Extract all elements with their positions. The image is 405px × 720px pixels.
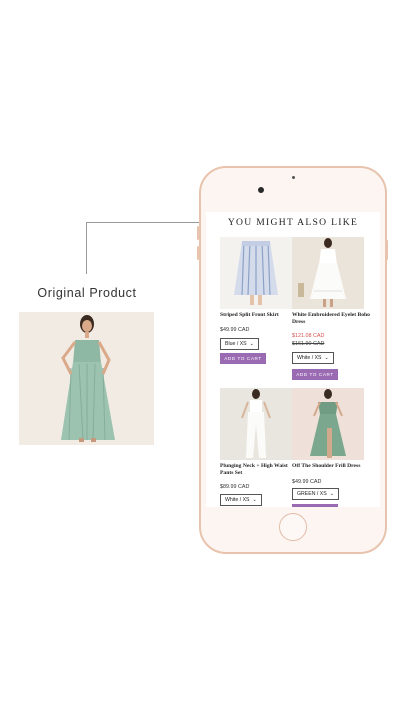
product-image[interactable]	[220, 388, 292, 460]
power-button	[386, 240, 388, 260]
product-sale-price: $121.08 CAD	[292, 333, 325, 339]
product-price: $49.99 CAD	[292, 479, 322, 485]
section-title: YOU MIGHT ALSO LIKE	[227, 217, 359, 228]
product-name[interactable]: Off The Shoulder Frill Dress	[292, 463, 370, 470]
variant-select[interactable]: Blue / XS ⌄	[220, 338, 259, 350]
variant-value: Blue / XS	[225, 341, 247, 347]
product-price: $89.99 CAD	[220, 484, 250, 490]
product-name[interactable]: Plunging Neck + High Waist Pants Set	[220, 463, 298, 477]
add-to-cart-button[interactable]: ADD TO CART	[220, 353, 266, 364]
product-card[interactable]: White Embroidered Eyelet Boho Dress $121…	[292, 237, 370, 387]
variant-value: White / XS	[225, 497, 250, 503]
product-name[interactable]: White Embroidered Eyelet Boho Dress	[292, 312, 370, 326]
product-card[interactable]: Plunging Neck + High Waist Pants Set $89…	[220, 388, 292, 507]
add-to-cart-button[interactable]	[292, 504, 338, 507]
variant-select[interactable]: GREEN / XS ⌄	[292, 488, 340, 500]
product-name[interactable]: Striped Split Front Skirt	[220, 312, 298, 319]
variant-select[interactable]: White / XS ⌄	[292, 352, 334, 364]
chevron-down-icon: ⌄	[329, 491, 335, 497]
chevron-down-icon: ⌄	[249, 341, 254, 347]
variant-value: White / XS	[297, 355, 322, 361]
volume-button	[197, 246, 199, 260]
product-card[interactable]: Striped Split Front Skirt $49.99 CAD Blu…	[220, 237, 292, 387]
camera-icon	[258, 187, 264, 193]
product-image[interactable]	[292, 388, 364, 460]
add-to-cart-button[interactable]: ADD TO CART	[292, 369, 338, 380]
chevron-down-icon: ⌄	[252, 497, 257, 503]
product-image[interactable]	[220, 237, 292, 309]
product-image[interactable]	[292, 237, 364, 309]
variant-value: GREEN / XS	[297, 491, 327, 497]
product-price: $49.99 CAD	[220, 327, 250, 333]
phone-screen: YOU MIGHT ALSO LIKE Striped Split Front …	[206, 212, 380, 507]
original-product-image	[19, 312, 154, 445]
product-card[interactable]: Off The Shoulder Frill Dress $49.99 CAD …	[292, 388, 364, 507]
connector-line-vertical	[86, 222, 87, 274]
chevron-down-icon: ⌄	[324, 355, 329, 361]
product-original-price: $161.90 CAD	[292, 341, 325, 347]
sensor-icon	[292, 176, 295, 179]
volume-button	[197, 226, 199, 240]
home-button[interactable]	[279, 513, 307, 541]
original-product-label: Original Product	[37, 286, 137, 300]
variant-select[interactable]: White / XS ⌄	[220, 494, 262, 506]
